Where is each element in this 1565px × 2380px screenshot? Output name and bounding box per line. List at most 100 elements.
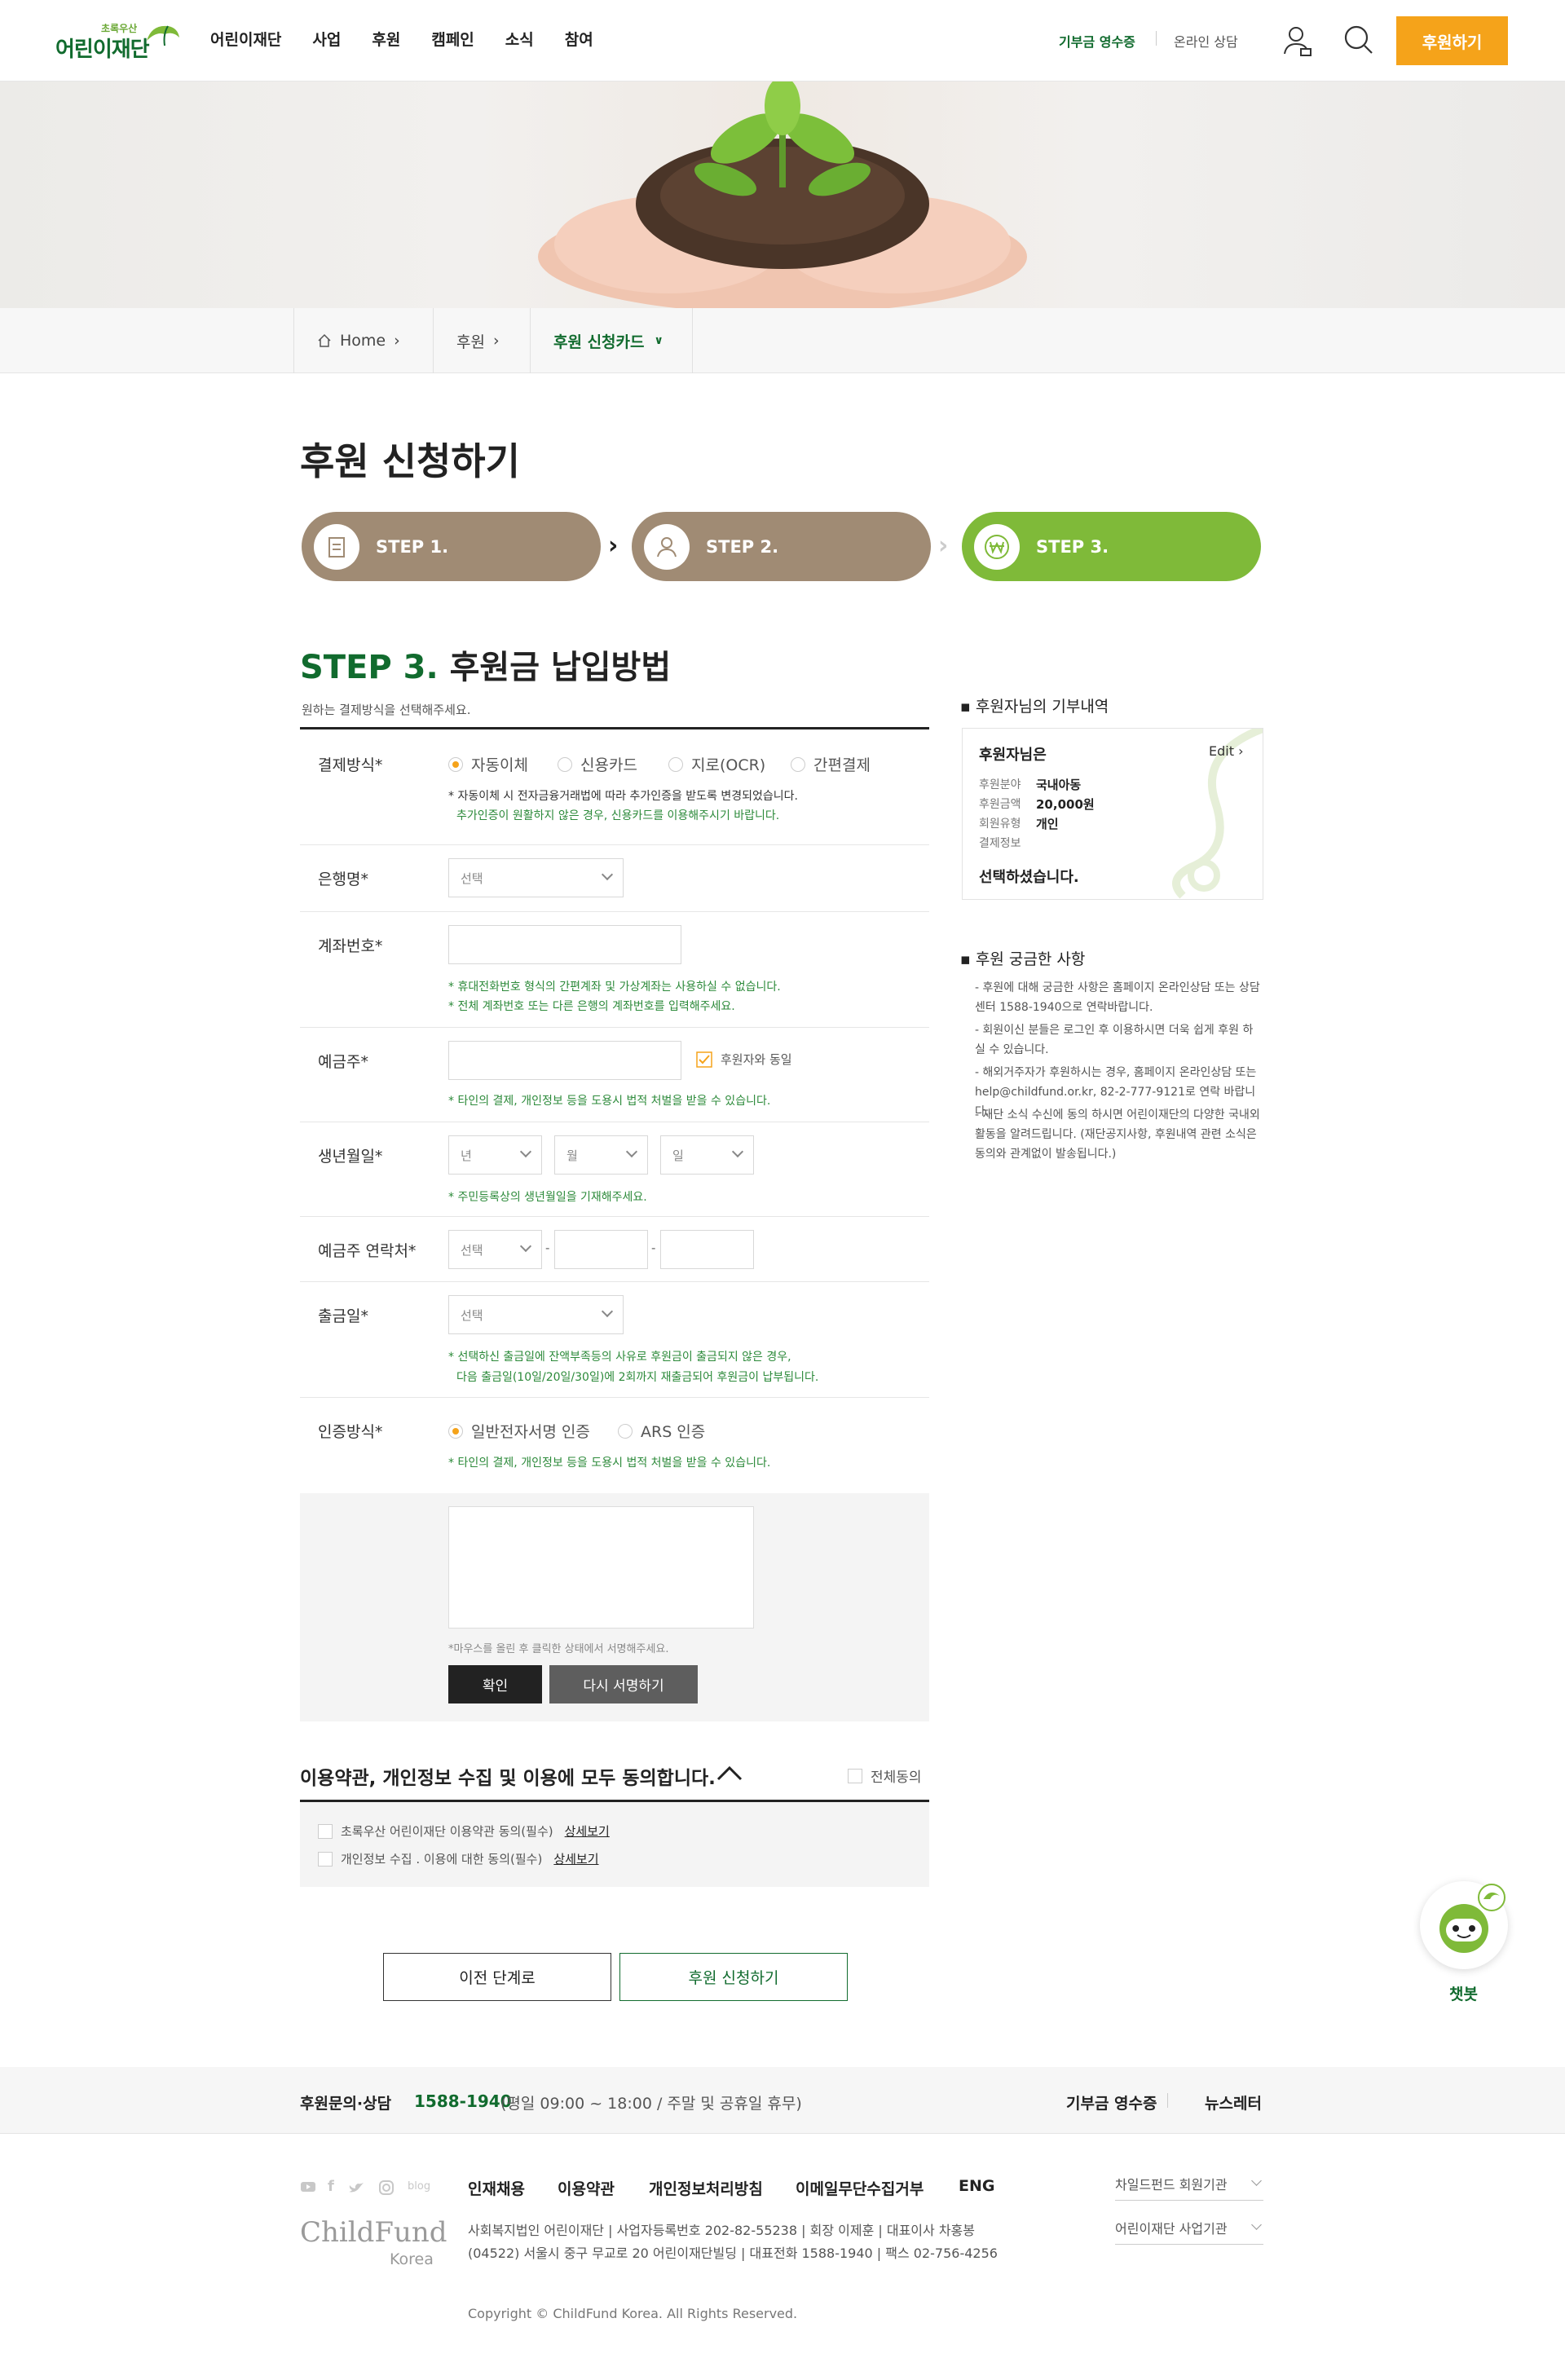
birth-day-select[interactable]: 일 <box>660 1135 754 1175</box>
chevron-down-icon <box>519 1145 532 1158</box>
chevron-up-icon[interactable] <box>716 1764 743 1782</box>
signature-hint: *마우스를 올린 후 클릭한 상태에서 서명해주세요. <box>448 1643 669 1655</box>
terms-detail-link[interactable]: 상세보기 <box>565 1822 610 1840</box>
chevron-down-icon <box>601 868 614 881</box>
signature-confirm-button[interactable]: 확인 <box>448 1665 542 1703</box>
footer-link-careers[interactable]: 인재채용 <box>468 2177 525 2199</box>
site-logo[interactable]: 초록우산 어린이재단 <box>55 21 186 62</box>
account-label: 계좌번호* <box>318 937 383 955</box>
step-1-label: STEP 1. <box>376 536 449 557</box>
summary-edit-link[interactable]: Edit › <box>1209 743 1243 759</box>
page-title: 후원 신청하기 <box>300 439 520 483</box>
row-divider <box>300 1397 929 1398</box>
breadcrumb-level2-label: 후원 신청카드 <box>553 333 645 351</box>
footer-link-email[interactable]: 이메일무단수집거부 <box>796 2177 924 2199</box>
nav-item-participate[interactable]: 참여 <box>565 28 593 50</box>
hands-seedling-image <box>538 82 1027 308</box>
business-org-select-value: 어린이재단 사업기관 <box>1115 2221 1228 2237</box>
chevron-right-icon: › <box>492 332 500 350</box>
radio-e-signature[interactable]: 일반전자서명 인증 <box>448 1420 590 1442</box>
nav-item-support[interactable]: 후원 <box>372 28 400 50</box>
summary-key: 회원유형 <box>979 818 1021 831</box>
nav-item-campaign[interactable]: 캠페인 <box>431 28 474 50</box>
facebook-icon[interactable]: f <box>328 2178 334 2195</box>
radio-label: 신용카드 <box>580 756 637 774</box>
newsletter-link[interactable]: 뉴스레터 <box>1205 2091 1262 2113</box>
footer-link-privacy[interactable]: 개인정보처리방침 <box>649 2177 763 2199</box>
footer-link-eng[interactable]: ENG <box>959 2177 994 2195</box>
phone-middle-input[interactable] <box>554 1230 648 1269</box>
nav-item-foundation[interactable]: 어린이재단 <box>210 28 281 50</box>
radio-label: 지로(OCR) <box>691 756 766 774</box>
account-input[interactable] <box>448 925 681 964</box>
chatbot-label: 챗봇 <box>1449 1986 1478 2003</box>
terms-item-1[interactable]: 초록우산 어린이재단 이용약관 동의(필수) 상세보기 <box>318 1822 610 1840</box>
nav-item-news[interactable]: 소식 <box>505 28 534 50</box>
phone-prefix-select[interactable]: 선택 <box>448 1230 542 1269</box>
agree-all-checkbox[interactable]: 전체동의 <box>848 1765 922 1786</box>
radio-auto-transfer[interactable]: 자동이체 <box>448 753 528 775</box>
chevron-down-icon: ∨ <box>654 334 663 347</box>
radio-icon <box>618 1423 633 1439</box>
footer-link-terms[interactable]: 이용약관 <box>558 2177 615 2199</box>
signature-pad[interactable] <box>448 1506 754 1629</box>
receipt-link[interactable]: 기부금 영수증 <box>1059 31 1135 51</box>
submit-button[interactable]: 후원 신청하기 <box>619 1953 848 2001</box>
member-org-select[interactable]: 차일드펀드 회원기관 <box>1115 2174 1263 2201</box>
holder-input[interactable] <box>448 1041 681 1080</box>
inquiry-phone[interactable]: 1588-1940 <box>414 2091 512 2111</box>
birth-month-select[interactable]: 월 <box>554 1135 648 1175</box>
chatbot-button[interactable] <box>1420 1881 1508 1969</box>
withdraw-day-value: 선택 <box>461 1307 483 1323</box>
payment-hint-2: 추가인증이 원활하지 않은 경우, 신용카드를 이용해주시기 바랍니다. <box>456 809 780 822</box>
radio-credit-card[interactable]: 신용카드 <box>558 753 637 775</box>
faq-item: - 후원에 대해 궁금한 사항은 홈페이지 온라인상담 또는 상담센터 1588… <box>975 981 1260 1014</box>
faq-item: - 재단 소식 수신에 동의 하시면 어린이재단의 다양한 국내외 활동을 알려… <box>975 1108 1260 1161</box>
withdraw-hint-2: 다음 출금일(10일/20일/30일)에 2회까지 재출금되어 후원금이 납부됩… <box>456 1371 819 1384</box>
terms-detail-link[interactable]: 상세보기 <box>553 1850 598 1867</box>
radio-label: ARS 인증 <box>641 1423 706 1441</box>
terms-title: 이용약관, 개인정보 수집 및 이용에 모두 동의합니다. <box>300 1768 716 1789</box>
breadcrumb-level2[interactable]: 후원 신청카드 ∨ <box>530 308 693 373</box>
checkbox-icon <box>318 1823 333 1839</box>
sidebar-faq-title: ▪ 후원 궁금한 사항 <box>960 950 1086 968</box>
radio-giro[interactable]: 지로(OCR) <box>668 753 765 775</box>
user-icon[interactable] <box>1283 24 1312 57</box>
step-1: STEP 1. <box>302 512 601 581</box>
consult-link[interactable]: 온라인 상담 <box>1174 31 1238 51</box>
footer-inquiry-bar: 후원문의·상담 1588-1940 (평일 09:00 ~ 18:00 / 주말… <box>0 2067 1565 2134</box>
donate-button[interactable]: 후원하기 <box>1396 16 1508 65</box>
signature-retry-button[interactable]: 다시 서명하기 <box>549 1665 698 1703</box>
radio-ars[interactable]: ARS 인증 <box>618 1420 705 1442</box>
birth-year-select[interactable]: 년 <box>448 1135 542 1175</box>
instagram-icon[interactable] <box>378 2179 395 2196</box>
business-org-select[interactable]: 어린이재단 사업기관 <box>1115 2218 1263 2245</box>
breadcrumb-level1[interactable]: 후원 › <box>433 308 530 373</box>
blog-icon[interactable]: blog <box>408 2180 430 2193</box>
phone-label: 예금주 연락처* <box>318 1242 417 1260</box>
nav-item-business[interactable]: 사업 <box>312 28 341 50</box>
footer-receipt-link[interactable]: 기부금 영수증 <box>1066 2091 1157 2113</box>
checkbox-icon <box>848 1768 862 1783</box>
terms-item-2[interactable]: 개인정보 수집 . 이용에 대한 동의(필수) 상세보기 <box>318 1850 599 1867</box>
radio-easy-pay[interactable]: 간편결제 <box>791 753 871 775</box>
search-icon[interactable] <box>1343 24 1374 55</box>
row-divider <box>300 1216 929 1217</box>
radio-label: 간편결제 <box>813 756 871 774</box>
breadcrumb-level1-label: 후원 <box>456 333 485 351</box>
radio-label: 일반전자서명 인증 <box>471 1423 590 1441</box>
holder-hint: * 타인의 결제, 개인정보 등을 도용시 법적 처벌을 받을 수 있습니다. <box>448 1095 771 1108</box>
chevron-down-icon <box>601 1305 614 1318</box>
withdraw-day-select[interactable]: 선택 <box>448 1295 624 1334</box>
prev-step-button[interactable]: 이전 단계로 <box>383 1953 611 2001</box>
twitter-icon[interactable] <box>347 2180 365 2195</box>
phone-last-input[interactable] <box>660 1230 754 1269</box>
breadcrumb-home[interactable]: Home › <box>293 308 433 373</box>
step-2: STEP 2. <box>632 512 931 581</box>
summary-value: 개인 <box>1036 817 1059 831</box>
bank-select[interactable]: 선택 <box>448 858 624 897</box>
youtube-icon[interactable] <box>300 2180 316 2193</box>
footer-divider <box>1167 2093 1168 2108</box>
same-as-donor-checkbox[interactable]: 후원자와 동일 <box>696 1051 792 1068</box>
clipboard-icon <box>314 523 359 570</box>
